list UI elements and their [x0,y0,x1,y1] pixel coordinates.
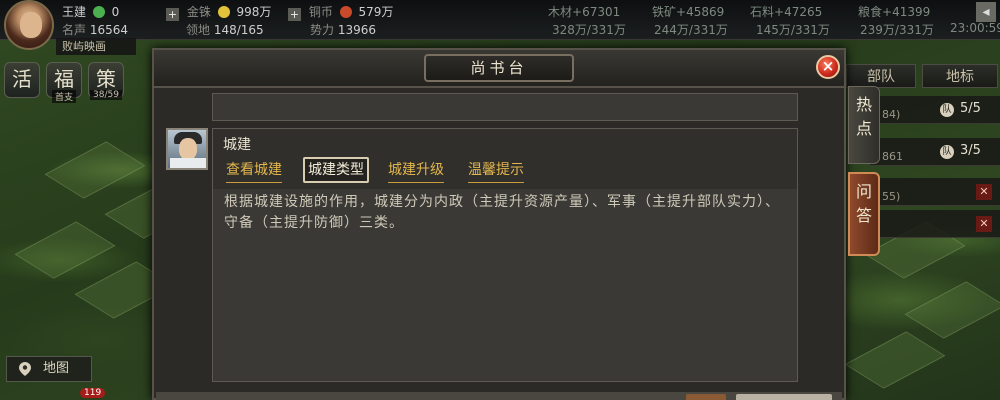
tab-hotspot-label: 热点 [855,95,872,138]
player-name-row: 王建 0 [62,3,119,21]
fame-row: 名声 16564 [62,21,128,39]
clock: 23:00:59 [950,21,1000,35]
territory-row: 领地 148/165 [186,21,264,39]
close-button[interactable]: × [816,55,840,79]
dialog-title: 尚书台 [424,54,574,82]
landmark-row-label: 55) [882,190,901,203]
collapse-icon[interactable]: ◂ [976,2,996,22]
gold-row: + 金铢 998万 [166,3,271,21]
strategy-label: 策 [96,67,116,91]
benefit-sub: 首支 [52,90,77,103]
landmark-row[interactable]: 55) ✕ [870,178,1000,206]
copper-row: + 铜币 579万 [288,3,393,21]
resource-iron-stock: 244万/331万 [654,23,728,37]
resource-rate: +67301 [572,5,621,19]
resource-stone-stock: 145万/331万 [756,23,830,37]
resource-rate: +47265 [774,5,823,19]
level-icon [92,6,105,18]
strategy-sub: 38/59 [90,90,122,100]
power-label: 势力 [310,23,335,37]
advisor-portrait [166,128,208,170]
player-avatar[interactable] [4,0,54,50]
avatar-face [20,12,42,38]
troop-count: 5/5 [960,101,981,116]
location-name[interactable]: 败屿映画 [56,38,136,55]
tab-landmarks[interactable]: 地标 [922,64,998,88]
troop-badge: 队 [940,145,954,159]
resource-name: 粮食 [858,5,883,19]
troop-row[interactable]: 861 队 3/5 [870,138,1000,166]
troop-row-label: 84) [882,108,901,121]
card-title: 城建 [223,137,251,153]
resource-name: 木材 [548,5,573,19]
right-panel-tabs: 部队 地标 [846,64,1000,88]
portrait-robe [170,158,206,168]
remove-icon[interactable]: ✕ [976,184,992,200]
tab-qa[interactable]: 问答 [848,172,880,256]
gold-value: 998万 [236,5,272,19]
gold-label: 金铢 [186,5,211,19]
power-row: 势力 13966 [310,21,376,39]
resource-name: 铁矿 [652,5,677,19]
map-button-label: 地图 [43,361,70,376]
tab-qa-label: 问答 [855,182,872,225]
copper-coin-icon [339,6,352,18]
resource-name: 石料 [750,5,775,19]
tab-hotspot[interactable]: 热点 [848,86,880,164]
copper-label: 铜币 [308,5,333,19]
player-level: 0 [111,5,120,19]
resource-iron[interactable]: 铁矿+45869 [652,3,724,21]
resource-wood-stock: 328万/331万 [552,23,626,37]
previous-entry-strip[interactable] [212,93,798,121]
tab-city-build-upgrade[interactable]: 城建升级 [388,159,444,183]
resource-stone[interactable]: 石料+47265 [750,3,822,21]
map-pin-icon [19,362,31,376]
add-copper-icon[interactable]: + [288,8,301,21]
add-gold-icon[interactable]: + [166,8,179,21]
bottom-button-left[interactable] [686,394,726,400]
player-name: 王建 [62,5,87,19]
tab-city-build-types[interactable]: 城建类型 [303,157,369,183]
dialog-header: 尚书台 [154,50,844,88]
troop-count: 3/5 [960,143,981,158]
troop-badge: 队 [940,103,954,117]
resource-grain-stock: 239万/331万 [860,23,934,37]
activity-label: 活 [12,67,32,91]
remove-icon[interactable]: ✕ [976,216,992,232]
landmark-row[interactable]: ✕ [870,210,1000,238]
fame-value: 16564 [89,23,129,37]
copper-value: 579万 [358,5,394,19]
resource-wood[interactable]: 木材+67301 [548,3,620,21]
tab-tips[interactable]: 温馨提示 [468,159,524,183]
top-status-bar: 王建 0 + 金铢 998万 + 铜币 579万 名声 16564 领地 148… [0,0,1000,40]
fame-label: 名声 [62,23,87,37]
territory-label: 领地 [186,23,211,37]
answer-content: 根据城建设施的作用，城建分为内政（主提升资源产量）、军事（主提升部队实力）、守备… [224,194,780,231]
power-value: 13966 [337,23,377,37]
troop-row[interactable]: 84) 队 5/5 [870,96,1000,124]
map-button[interactable]: 地图 [6,356,92,382]
activity-button[interactable]: 活 [4,62,40,98]
resource-grain[interactable]: 粮食+41399 [858,3,930,21]
alert-count-badge: 119 [80,388,106,398]
portrait-face [179,138,197,160]
tab-troops[interactable]: 部队 [846,64,916,88]
bottom-button-right[interactable] [736,394,832,400]
gold-coin-icon [217,6,230,18]
territory-value: 148/165 [213,23,264,37]
troop-row-label: 861 [882,150,903,163]
benefit-label: 福 [54,67,74,91]
resource-rate: +41399 [882,5,931,19]
resource-rate: +45869 [676,5,725,19]
tab-view-city-build[interactable]: 查看城建 [226,159,282,183]
